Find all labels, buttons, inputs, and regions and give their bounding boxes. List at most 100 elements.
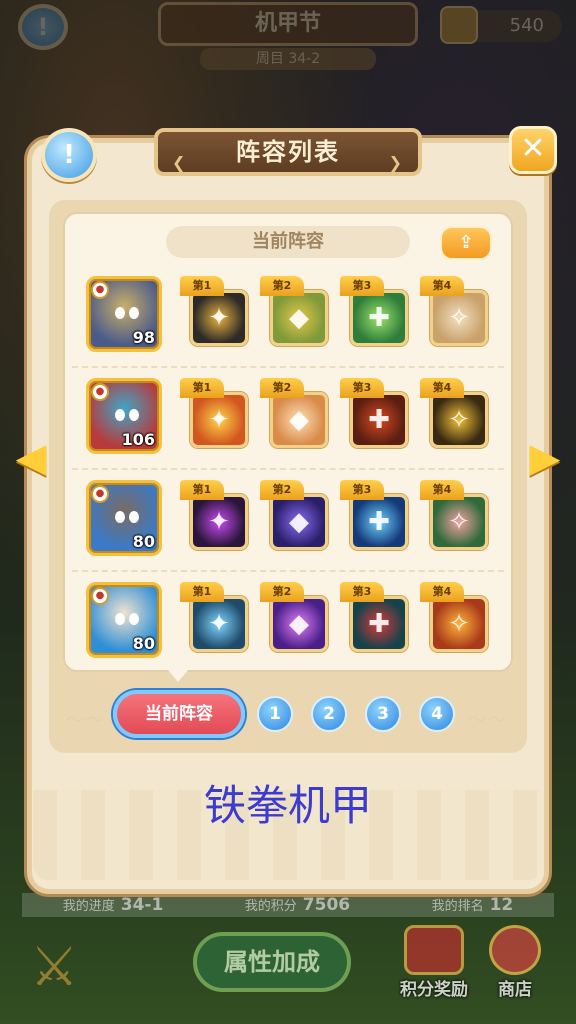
skill-order-tag: 第2	[260, 582, 304, 602]
row-divider	[72, 366, 504, 368]
skill-slot[interactable]: 第2 ◆	[260, 480, 330, 550]
skill-slot[interactable]: 第3 ✚	[340, 582, 410, 652]
creature-attack-icon: ◆	[270, 392, 328, 448]
skill-order-tag: 第4	[420, 378, 464, 398]
skill-order-tag: 第4	[420, 582, 464, 602]
flower-plant-icon: ✧	[430, 494, 488, 550]
hero-eye	[129, 511, 139, 523]
blue-comet-icon: ✚	[350, 494, 408, 550]
tab-lineup-3[interactable]: 3	[365, 696, 401, 732]
hero-portrait[interactable]: ● 98	[86, 276, 162, 352]
hero-level: 80	[132, 634, 155, 653]
skill-glyph: ✧	[448, 405, 470, 435]
hero-level: 106	[121, 430, 155, 449]
fish-bone-icon: ⚔	[30, 935, 79, 998]
share-icon[interactable]: ⇪	[440, 226, 492, 260]
skill-order-tag: 第1	[180, 378, 224, 398]
tab-current-lineup[interactable]: 当前阵容	[113, 690, 245, 738]
skill-order-tag: 第1	[180, 480, 224, 500]
skill-slot[interactable]: 第1 ✦	[180, 378, 250, 448]
skill-slot[interactable]: 第4 ✧	[420, 582, 490, 652]
red-mask-icon: ✚	[350, 596, 408, 652]
skill-slot[interactable]: 第4 ✧	[420, 480, 490, 550]
green-shield-icon: ✚	[350, 290, 408, 346]
skill-glyph: ✦	[208, 507, 230, 537]
stat-score: 我的积分 7506	[244, 895, 351, 915]
panel-pointer	[168, 670, 188, 682]
hero-portrait[interactable]: ● 80	[86, 480, 162, 556]
skill-order-tag: 第1	[180, 276, 224, 296]
skill-glyph: ◆	[289, 405, 309, 435]
skill-slot[interactable]: 第2 ◆	[260, 582, 330, 652]
skill-order-tag: 第4	[420, 480, 464, 500]
hero-portrait[interactable]: ● 106	[86, 378, 162, 454]
skill-slot[interactable]: 第1 ✦	[180, 582, 250, 652]
next-arrow-icon[interactable]: ▶	[524, 436, 566, 480]
dialog-title: 阵容列表	[236, 138, 340, 166]
hero-eye	[129, 613, 139, 625]
hero-level: 80	[132, 532, 155, 551]
hero-eye	[129, 307, 139, 319]
purple-target-icon: ◆	[270, 596, 328, 652]
points-reward-button[interactable]: 积分奖励	[395, 925, 473, 1000]
skill-glyph: ✧	[448, 609, 470, 639]
shop-label: 商店	[498, 980, 532, 1000]
skill-glyph: ✦	[208, 405, 230, 435]
skill-order-tag: 第2	[260, 480, 304, 500]
hero-eye	[129, 409, 139, 421]
prev-arrow-icon[interactable]: ◀	[10, 436, 52, 480]
skill-slot[interactable]: 第4 ✧	[420, 378, 490, 448]
skill-glyph: ◆	[289, 609, 309, 639]
claw-slash-icon: ✦	[190, 290, 248, 346]
tab-lineup-1[interactable]: 1	[257, 696, 293, 732]
tab-lineup-4[interactable]: 4	[419, 696, 455, 732]
skill-order-tag: 第1	[180, 582, 224, 602]
fire-burst-icon: ✦	[190, 392, 248, 448]
fist-icon: ✧	[430, 596, 488, 652]
attribute-bonus-button[interactable]: 属性加成	[193, 932, 351, 992]
hero-eye	[115, 409, 125, 421]
tab-ornament-left: 〜〜	[66, 710, 106, 731]
skill-glyph: ✚	[368, 507, 390, 537]
hero-portrait[interactable]: ● 80	[86, 582, 162, 658]
reward-label: 积分奖励	[400, 980, 468, 1000]
element-badge-icon: ●	[91, 485, 109, 503]
skill-slot[interactable]: 第1 ✦	[180, 480, 250, 550]
golden-claw-icon: ✧	[430, 392, 488, 448]
skill-order-tag: 第4	[420, 276, 464, 296]
skill-glyph: ✚	[368, 405, 390, 435]
skill-slot[interactable]: 第4 ✧	[420, 276, 490, 346]
skill-order-tag: 第2	[260, 378, 304, 398]
skill-glyph: ✦	[208, 609, 230, 639]
skill-slot[interactable]: 第3 ✚	[340, 378, 410, 448]
purple-spark-icon: ✦	[190, 494, 248, 550]
current-lineup-heading: 当前阵容	[166, 226, 410, 258]
stat-progress: 我的进度 34-1	[62, 895, 164, 915]
tab-lineup-2[interactable]: 2	[311, 696, 347, 732]
golden-shield-icon: ◆	[270, 290, 328, 346]
reward-chest-icon	[404, 925, 464, 975]
row-divider	[72, 468, 504, 470]
info-icon[interactable]: !	[41, 128, 97, 182]
skill-slot[interactable]: 第3 ✚	[340, 276, 410, 346]
shop-button[interactable]: 商店	[483, 925, 547, 1000]
hero-eye	[115, 307, 125, 319]
skill-order-tag: 第2	[260, 276, 304, 296]
skill-order-tag: 第3	[340, 276, 384, 296]
skill-slot[interactable]: 第3 ✚	[340, 480, 410, 550]
fire-bowl-icon: ✚	[350, 392, 408, 448]
skill-glyph: ◆	[289, 303, 309, 333]
close-icon[interactable]: ✕	[509, 126, 557, 174]
purple-vortex-icon: ◆	[270, 494, 328, 550]
skill-order-tag: 第3	[340, 378, 384, 398]
skill-slot[interactable]: 第1 ✦	[180, 276, 250, 346]
skill-slot[interactable]: 第2 ◆	[260, 378, 330, 448]
plate-ornament-right: ❯	[388, 153, 404, 172]
skill-slot[interactable]: 第2 ◆	[260, 276, 330, 346]
hero-eye	[115, 511, 125, 523]
stats-bar: 我的进度 34-1 我的积分 7506 我的排名 12	[22, 893, 554, 917]
ice-hammer-icon: ✦	[190, 596, 248, 652]
stat-rank: 我的排名 12	[431, 895, 514, 915]
lineup-name: 铁拳机甲	[203, 781, 372, 830]
shop-icon	[489, 925, 541, 975]
